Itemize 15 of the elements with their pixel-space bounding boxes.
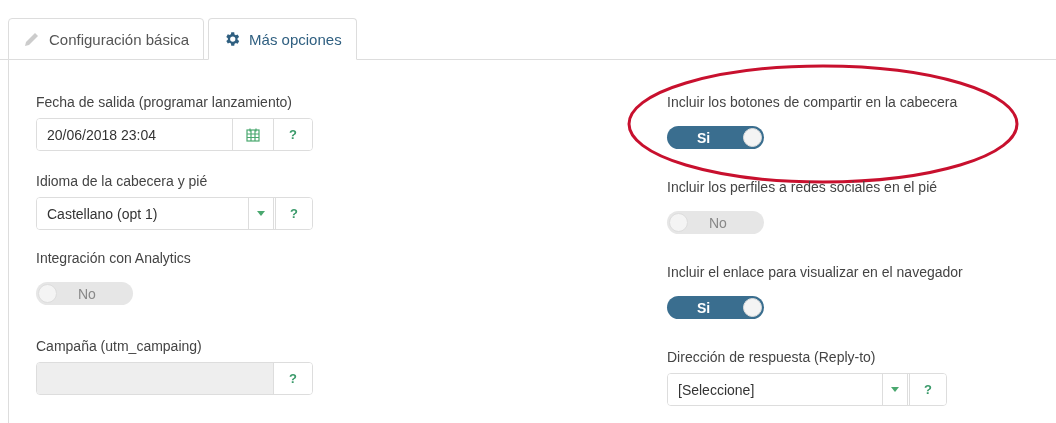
field-label: Dirección de respuesta (Reply-to) bbox=[667, 349, 877, 365]
field-label: Incluir los botones de compartir en la cabecera bbox=[667, 94, 959, 110]
field-label: Fecha de salida (programar lanzamiento) bbox=[36, 94, 293, 110]
toggle-switch[interactable]: Si bbox=[667, 296, 764, 319]
toggle-switch[interactable]: No bbox=[667, 211, 764, 234]
tab[interactable]: Configuración básica bbox=[8, 18, 205, 60]
field-label: Campaña (utm_campaing) bbox=[36, 338, 203, 354]
field-label: Idioma de la cabecera y pié bbox=[36, 173, 209, 189]
toggle-switch[interactable]: No bbox=[36, 282, 133, 305]
field-label: Integración con Analytics bbox=[36, 250, 192, 266]
field-label: Incluir los perfiles a redes sociales en el pié bbox=[667, 179, 939, 195]
toggle-switch[interactable]: Si bbox=[667, 126, 764, 149]
tab[interactable]: Más opciones bbox=[208, 18, 357, 60]
pencil-icon bbox=[23, 30, 41, 48]
field-label: Incluir el enlace para visualizar en el navegador bbox=[667, 264, 964, 280]
